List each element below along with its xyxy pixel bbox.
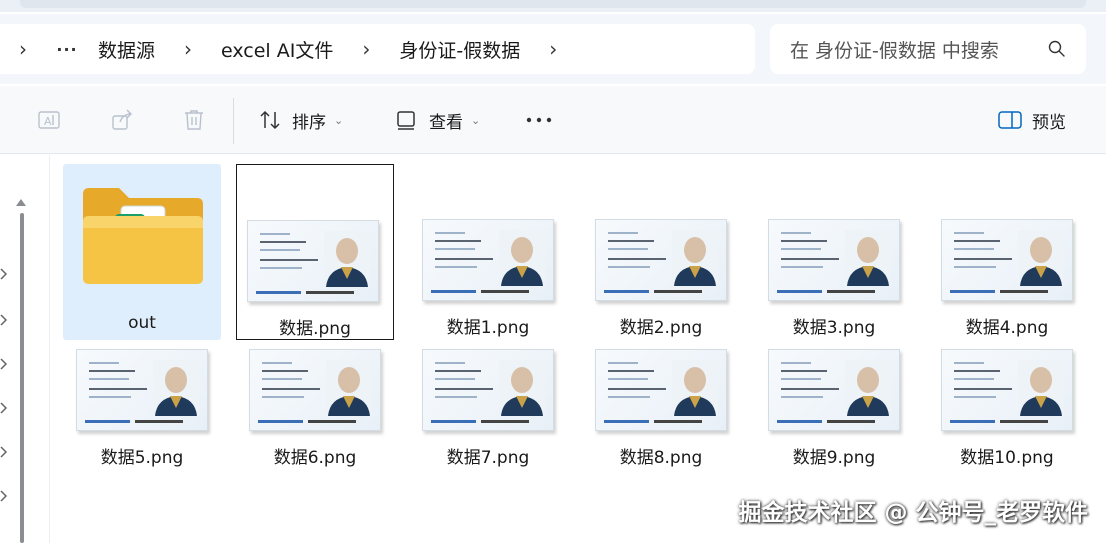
delete-button[interactable] [182,103,206,137]
id-card-thumbnail [941,219,1073,301]
file-item[interactable]: 数据3.png [755,164,913,340]
file-item[interactable]: 数据1.png [409,164,567,340]
chevron-right-icon[interactable] [0,267,8,281]
portrait-image [326,360,372,416]
file-item[interactable]: 数据4.png [928,164,1086,340]
preview-pane-icon [998,111,1022,129]
delete-icon [185,110,203,130]
id-card-thumbnail [76,349,208,431]
chevron-right-icon[interactable]: › [0,37,46,61]
file-list-area: S out 数据.png 数据1.png 数据2.png 数据3.png 数据4.png… [0,155,1106,543]
file-name: 数据3.png [792,318,876,338]
breadcrumb[interactable]: › ··· 数据源 › excel AI文件 › 身份证-假数据 › [0,24,755,74]
chevron-right-icon[interactable] [0,357,8,371]
breadcrumb-item-data-source[interactable]: 数据源 [88,36,165,63]
chevron-right-icon[interactable] [0,489,8,503]
file-name: 数据5.png [100,448,184,468]
chevron-right-icon[interactable]: › [530,37,576,61]
file-item[interactable]: 数据9.png [755,337,913,513]
preview-label: 预览 [1032,112,1066,133]
id-card-thumbnail [768,219,900,301]
portrait-image [672,360,718,416]
rename-icon: A [38,111,60,129]
file-name: 数据7.png [446,448,530,468]
portrait-image [845,360,891,416]
address-bar: › ··· 数据源 › excel AI文件 › 身份证-假数据 › 在 身份证… [0,14,1106,84]
id-card-thumbnail [422,219,554,301]
file-name: 数据8.png [619,448,703,468]
portrait-image [1018,230,1064,286]
toolbar-separator [233,98,234,144]
id-card-thumbnail [595,219,727,301]
sort-button[interactable]: 排序 ⌄ [258,103,343,137]
id-card-thumbnail [247,220,379,302]
file-item[interactable]: 数据2.png [582,164,740,340]
file-item[interactable]: 数据.png [236,164,394,340]
portrait-image [1018,360,1064,416]
view-button[interactable]: 查看 ⌄ [395,103,480,137]
portrait-image [499,230,545,286]
file-item[interactable]: 数据6.png [236,337,394,513]
portrait-image [672,230,718,286]
folder-name: out [128,313,156,333]
share-icon [112,109,132,130]
chevron-down-icon: ⌄ [334,113,344,127]
file-name: 数据4.png [965,318,1049,338]
file-name: 数据.png [279,319,351,339]
chevron-down-icon: ⌄ [471,113,481,127]
id-card-thumbnail [422,349,554,431]
svg-text:A: A [44,115,52,128]
file-name: 数据9.png [792,448,876,468]
folder-item-out[interactable]: S out [63,164,221,340]
folder-icon: S [83,188,203,284]
file-item[interactable]: 数据8.png [582,337,740,513]
scrollbar-thumb[interactable] [20,213,24,543]
more-options-button[interactable] [524,103,554,137]
file-name: 数据2.png [619,318,703,338]
file-item[interactable]: 数据7.png [409,337,567,513]
portrait-image [845,230,891,286]
sort-icon [260,110,280,130]
tab-strip-edge [20,0,1086,8]
portrait-image [499,360,545,416]
file-item[interactable]: 数据5.png [63,337,221,513]
scroll-up-icon[interactable] [16,199,26,206]
chevron-right-icon[interactable]: › [343,37,389,61]
file-name: 数据1.png [446,318,530,338]
sort-label: 排序 [292,112,326,133]
view-label: 查看 [429,112,463,133]
id-card-thumbnail [595,349,727,431]
window-top-strip [0,0,1106,12]
more-icon [526,117,552,123]
portrait-image [324,231,370,287]
chevron-right-icon[interactable] [0,313,8,327]
file-name: 数据6.png [273,448,357,468]
portrait-image [153,360,199,416]
id-card-thumbnail [249,349,381,431]
chevron-right-icon[interactable] [0,445,8,459]
search-icon[interactable] [1048,40,1066,58]
view-icon [397,111,415,130]
chevron-right-icon[interactable] [0,401,8,415]
file-item[interactable]: 数据10.png [928,337,1086,513]
watermark: 掘金技术社区 @ 公钟号_老罗软件 [738,500,1088,526]
breadcrumb-item-id-card[interactable]: 身份证-假数据 [389,36,530,63]
search-input[interactable]: 在 身份证-假数据 中搜索 [770,24,1086,74]
rename-button[interactable]: A [37,103,61,137]
command-bar: A 排序 ⌄ 查看 ⌄ 预览 [0,86,1106,154]
search-placeholder: 在 身份证-假数据 中搜索 [790,39,999,62]
breadcrumb-item-excel-ai[interactable]: excel AI文件 [211,36,343,63]
chevron-right-icon[interactable]: › [165,37,211,61]
id-card-thumbnail [941,349,1073,431]
file-name: 数据10.png [960,448,1054,468]
navigation-pane [0,155,50,543]
preview-pane-button[interactable]: 预览 [998,103,1066,137]
id-card-thumbnail [768,349,900,431]
share-button[interactable] [110,103,134,137]
more-locations-icon[interactable]: ··· [46,40,88,59]
